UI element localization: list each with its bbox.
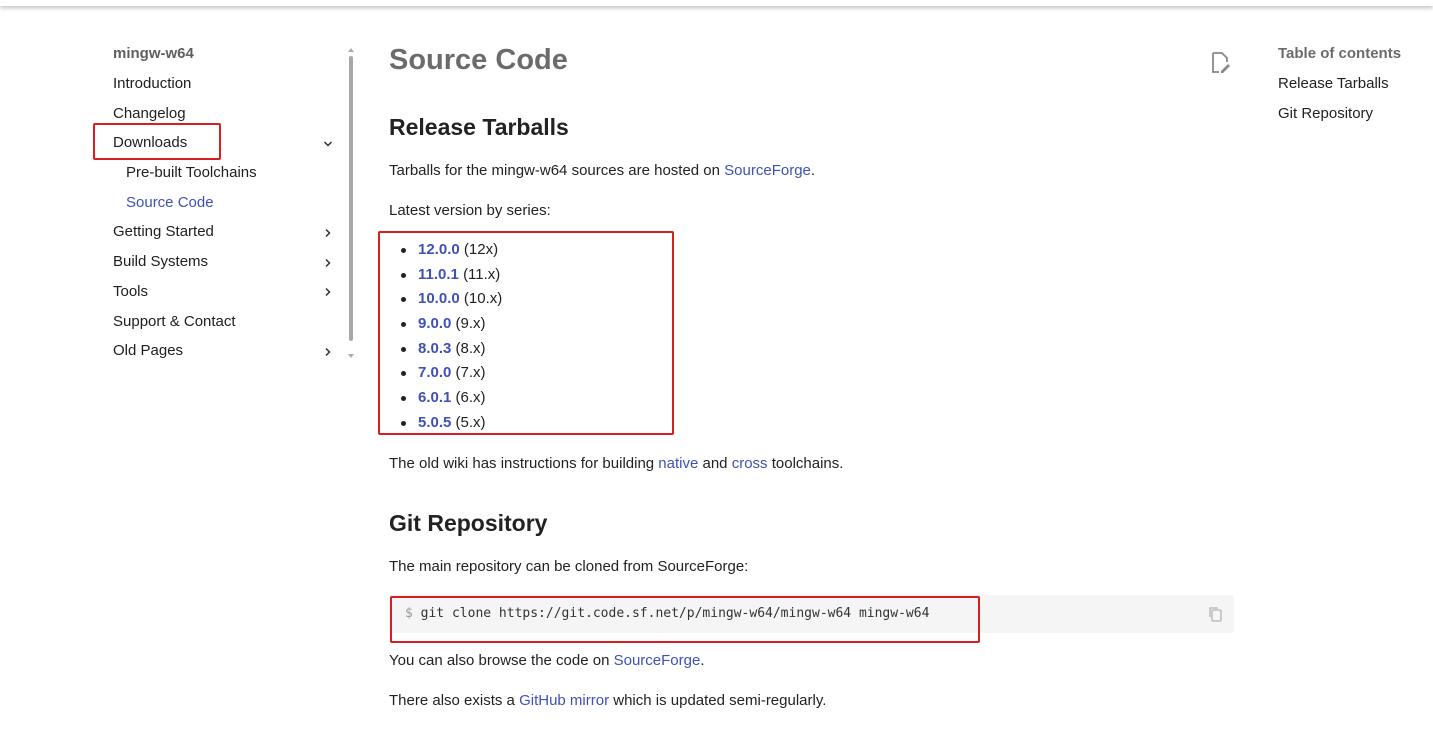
scroll-up-arrow-icon[interactable] bbox=[348, 48, 354, 52]
list-item: 8.0.3 (8.x) bbox=[389, 339, 502, 364]
wiki-before: The old wiki has instructions for buildi… bbox=[389, 455, 659, 472]
sidebar-item-changelog[interactable]: Changelog bbox=[113, 104, 339, 134]
toc-item-git-repository[interactable]: Git Repository bbox=[1278, 104, 1428, 134]
chevron-right-icon[interactable] bbox=[321, 341, 335, 360]
shell-prompt: $ bbox=[405, 606, 413, 621]
git-repository-heading: Git Repository bbox=[389, 510, 548, 536]
release-tarballs-heading: Release Tarballs bbox=[389, 114, 569, 140]
sidebar-scrollbar[interactable] bbox=[347, 48, 355, 358]
sidebar-nav: mingw-w64 Introduction Changelog Downloa… bbox=[113, 44, 339, 371]
toc-title: Table of contents bbox=[1278, 45, 1402, 62]
list-item: 12.0.0 (12x) bbox=[389, 240, 502, 265]
sidebar-item-build-systems[interactable]: Build Systems bbox=[113, 252, 339, 282]
latest-version-label: Latest version by series: bbox=[389, 202, 551, 219]
version-link[interactable]: 7.0.0 bbox=[418, 364, 451, 381]
version-series: (8.x) bbox=[455, 339, 486, 357]
list-item: 10.0.0 (10.x) bbox=[389, 289, 502, 314]
mirror-after: which is updated semi-regularly. bbox=[609, 692, 827, 709]
top-header-bar bbox=[0, 0, 1433, 6]
tarballs-intro-before: Tarballs for the mingw-w64 sources are h… bbox=[389, 162, 725, 179]
nav-title[interactable]: mingw-w64 bbox=[113, 44, 339, 64]
sidebar-item-old-pages[interactable]: Old Pages bbox=[113, 341, 339, 371]
version-series: (7.x) bbox=[455, 364, 486, 382]
chevron-right-icon[interactable] bbox=[321, 222, 335, 241]
git-intro-text: The main repository can be cloned from S… bbox=[389, 558, 749, 575]
mirror-before: There also exists a bbox=[389, 692, 520, 709]
sidebar-item-label: Tools bbox=[113, 282, 149, 300]
github-mirror-link[interactable]: GitHub mirror bbox=[519, 692, 609, 709]
wiki-text: The old wiki has instructions for buildi… bbox=[389, 454, 843, 474]
list-item: 6.0.1 (6.x) bbox=[389, 388, 502, 413]
version-series: (10.x) bbox=[463, 290, 503, 308]
cross-link[interactable]: cross bbox=[732, 455, 768, 472]
sidebar-item-support-contact[interactable]: Support & Contact bbox=[113, 312, 339, 342]
version-link[interactable]: 12.0.0 bbox=[418, 241, 460, 258]
version-link[interactable]: 10.0.0 bbox=[418, 290, 460, 307]
sidebar-item-pre-built-toolchains[interactable]: Pre-built Toolchains bbox=[113, 163, 339, 193]
browse-before: You can also browse the code on bbox=[389, 652, 614, 669]
version-series: (5.x) bbox=[455, 413, 486, 431]
sidebar-item-label: Getting Started bbox=[113, 223, 214, 241]
version-link[interactable]: 8.0.3 bbox=[418, 340, 451, 357]
sidebar-item-getting-started[interactable]: Getting Started bbox=[113, 222, 339, 252]
toc-item-release-tarballs[interactable]: Release Tarballs bbox=[1278, 74, 1428, 104]
table-of-contents: Table of contents Release Tarballs Git R… bbox=[1278, 44, 1428, 133]
native-link[interactable]: native bbox=[658, 455, 698, 472]
browse-text: You can also browse the code on SourceFo… bbox=[389, 651, 705, 671]
chevron-down-icon[interactable] bbox=[321, 133, 335, 152]
sidebar-item-label: Build Systems bbox=[113, 253, 209, 271]
sidebar-item-label: Downloads bbox=[113, 134, 188, 152]
edit-page-icon[interactable] bbox=[1209, 50, 1233, 76]
version-link[interactable]: 6.0.1 bbox=[418, 389, 451, 406]
sidebar-item-tools[interactable]: Tools bbox=[113, 282, 339, 312]
wiki-and: and bbox=[698, 455, 732, 472]
git-clone-command[interactable]: $ git clone https://git.code.sf.net/p/mi… bbox=[405, 606, 929, 621]
version-link[interactable]: 5.0.5 bbox=[418, 414, 451, 431]
scrollbar-thumb[interactable] bbox=[349, 56, 353, 341]
sidebar-item-label: Introduction bbox=[113, 75, 192, 92]
version-link[interactable]: 11.0.1 bbox=[418, 266, 459, 283]
list-item: 7.0.0 (7.x) bbox=[389, 363, 502, 388]
sidebar-item-label: Changelog bbox=[113, 104, 186, 122]
chevron-right-icon[interactable] bbox=[321, 252, 335, 271]
version-series: (11.x) bbox=[463, 265, 501, 283]
version-series: (12x) bbox=[463, 241, 499, 258]
version-series: (9.x) bbox=[455, 315, 486, 333]
wiki-after: toolchains. bbox=[767, 455, 844, 472]
sidebar-item-label: Pre-built Toolchains bbox=[126, 164, 257, 182]
sidebar-item-label: Source Code bbox=[126, 193, 214, 211]
sidebar-item-introduction[interactable]: Introduction bbox=[113, 74, 339, 104]
page-title: Source Code bbox=[389, 44, 568, 76]
sidebar-item-label: Support & Contact bbox=[113, 312, 236, 330]
version-list: 12.0.0 (12x) 11.0.1 (11.x) 10.0.0 (10.x)… bbox=[389, 240, 502, 438]
command-text: git clone https://git.code.sf.net/p/ming… bbox=[420, 606, 930, 621]
sidebar-item-downloads[interactable]: Downloads bbox=[113, 133, 339, 163]
mirror-text: There also exists a GitHub mirror which … bbox=[389, 691, 826, 711]
browse-after: . bbox=[700, 652, 705, 669]
list-item: 5.0.5 (5.x) bbox=[389, 413, 502, 438]
sourceforge-browse-link[interactable]: SourceForge bbox=[614, 652, 701, 669]
version-link[interactable]: 9.0.0 bbox=[418, 315, 451, 332]
git-clone-code-block[interactable]: $ git clone https://git.code.sf.net/p/mi… bbox=[389, 595, 1234, 633]
version-series: (6.x) bbox=[455, 389, 486, 407]
scroll-down-arrow-icon[interactable] bbox=[348, 354, 354, 358]
copy-icon[interactable] bbox=[1208, 606, 1222, 622]
list-item: 9.0.0 (9.x) bbox=[389, 314, 502, 339]
sourceforge-link[interactable]: SourceForge bbox=[724, 162, 811, 179]
sidebar-item-label: Old Pages bbox=[113, 342, 184, 360]
tarballs-intro-text: Tarballs for the mingw-w64 sources are h… bbox=[389, 161, 815, 181]
sidebar-item-source-code[interactable]: Source Code bbox=[113, 193, 339, 223]
tarballs-intro-after: . bbox=[810, 162, 816, 179]
chevron-right-icon[interactable] bbox=[321, 282, 335, 301]
list-item: 11.0.1 (11.x) bbox=[389, 265, 502, 290]
